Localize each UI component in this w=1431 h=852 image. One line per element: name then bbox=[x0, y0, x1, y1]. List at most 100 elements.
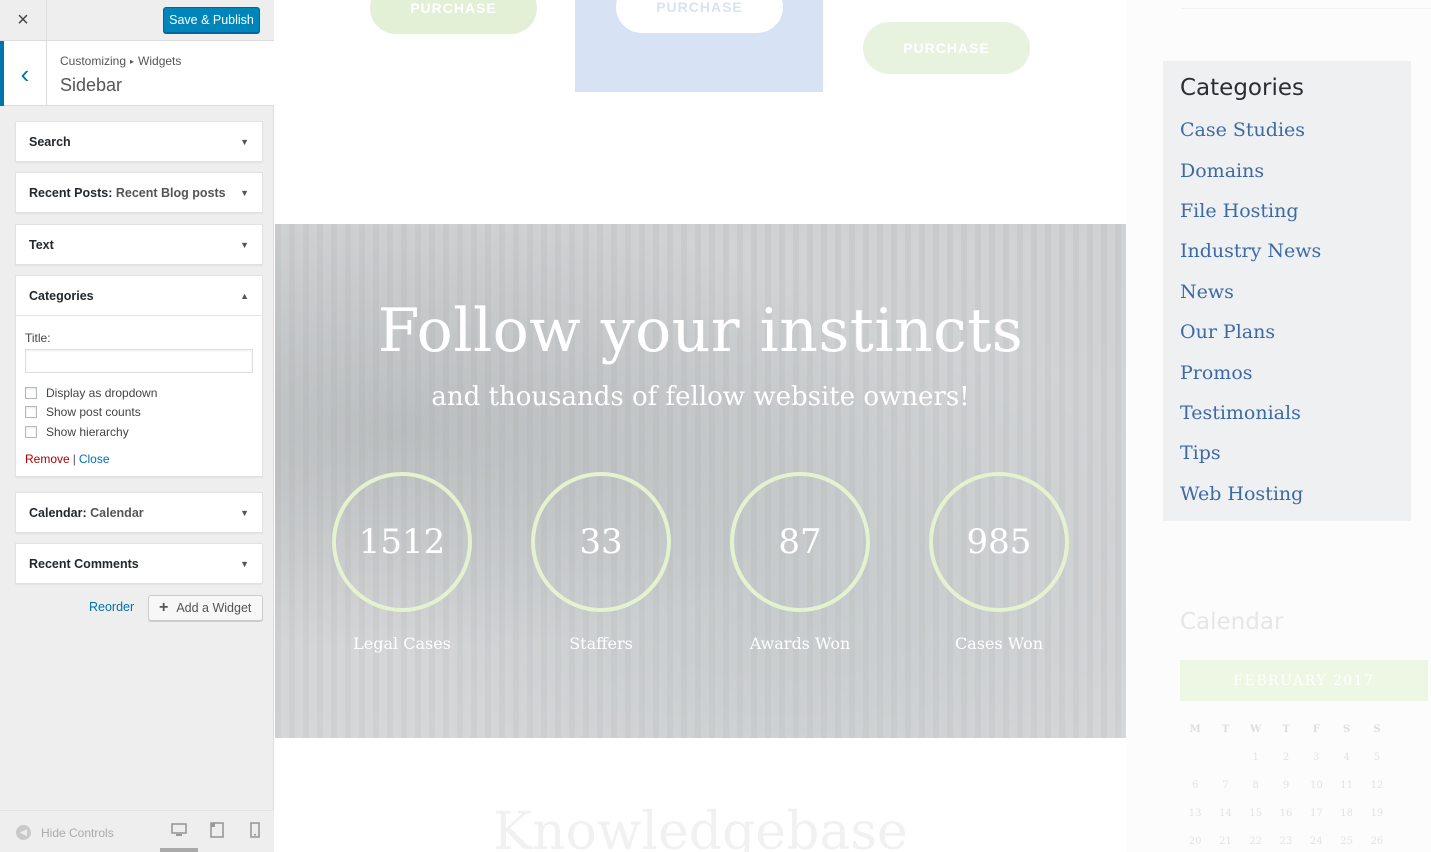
checkbox-label: Show post counts bbox=[46, 405, 141, 420]
remove-link[interactable]: Remove bbox=[25, 452, 70, 466]
customizer-panel: × Save & Publish ‹ Customizing ▸ Widgets S… bbox=[0, 0, 274, 852]
stat-awards-won: 87 Awards Won bbox=[730, 472, 870, 653]
category-link[interactable]: News bbox=[1180, 272, 1321, 312]
calendar-week: 20 21 22 23 24 25 26 bbox=[1180, 828, 1428, 852]
purchase-button[interactable]: PURCHASE bbox=[863, 22, 1030, 74]
calendar-week: 1 2 3 4 5 bbox=[1180, 744, 1428, 772]
close-icon[interactable]: × bbox=[0, 0, 47, 41]
close-link[interactable]: Close bbox=[79, 452, 110, 466]
calendar-day: 21 bbox=[1219, 836, 1232, 847]
widget-header-text[interactable]: Text ▼ bbox=[16, 225, 262, 264]
stat-value: 33 bbox=[531, 472, 671, 612]
stat-cases-won: 985 Cases Won bbox=[929, 472, 1069, 653]
desktop-preview-icon[interactable] bbox=[171, 822, 187, 838]
purchase-button[interactable]: PURCHASE bbox=[370, 0, 537, 34]
option-show-hierarchy[interactable]: Show hierarchy bbox=[25, 422, 253, 442]
widget-text: Text ▼ bbox=[15, 224, 263, 265]
checkbox[interactable] bbox=[25, 386, 37, 399]
category-link[interactable]: Web Hosting bbox=[1180, 474, 1321, 514]
widget-header-categories[interactable]: Categories ▲ bbox=[16, 276, 262, 315]
stats-hero-section: Follow your instincts and thousands of f… bbox=[275, 224, 1126, 738]
weekday: T bbox=[1282, 724, 1290, 735]
widget-header-recent-comments[interactable]: Recent Comments ▼ bbox=[16, 544, 262, 583]
widget-subtitle: Recent Blog posts bbox=[115, 185, 226, 200]
purchase-button[interactable]: PURCHASE bbox=[616, 0, 783, 33]
caret-down-icon[interactable]: ▼ bbox=[240, 188, 249, 198]
widget-recent-comments: Recent Comments ▼ bbox=[15, 543, 263, 584]
section-title: Sidebar bbox=[60, 75, 123, 95]
hero-subtitle: and thousands of fellow website owners! bbox=[431, 382, 970, 412]
weekday: M bbox=[1189, 724, 1201, 735]
widget-title: Text bbox=[29, 237, 54, 252]
add-widget-button[interactable]: + Add a Widget bbox=[148, 595, 263, 621]
option-display-dropdown[interactable]: Display as dropdown bbox=[25, 383, 253, 403]
widget-recent-posts: Recent Posts: Recent Blog posts ▼ bbox=[15, 172, 263, 213]
calendar-day: 22 bbox=[1249, 836, 1263, 847]
checkbox[interactable] bbox=[25, 406, 37, 419]
section-title-bar: ‹ Customizing ▸ Widgets Sidebar bbox=[0, 41, 274, 106]
widget-header-calendar[interactable]: Calendar: Calendar ▼ bbox=[16, 493, 262, 532]
breadcrumb-leaf: Widgets bbox=[138, 54, 182, 68]
widget-header-recent-posts[interactable]: Recent Posts: Recent Blog posts ▼ bbox=[16, 173, 262, 212]
breadcrumb-separator-icon: ▸ bbox=[130, 57, 135, 66]
widget-title: Recent Comments bbox=[29, 556, 139, 571]
widget-title: Search bbox=[29, 134, 71, 149]
calendar-day: 26 bbox=[1370, 836, 1384, 847]
widget-header-search[interactable]: Search ▼ bbox=[16, 122, 262, 161]
category-link[interactable]: Case Studies bbox=[1180, 110, 1321, 150]
category-link[interactable]: Industry News bbox=[1180, 231, 1321, 271]
weekday: S bbox=[1343, 724, 1351, 735]
widget-calendar: Calendar: Calendar ▼ bbox=[15, 492, 263, 533]
calendar-day: 12 bbox=[1370, 780, 1384, 791]
caret-down-icon[interactable]: ▼ bbox=[240, 137, 249, 147]
caret-down-icon[interactable]: ▼ bbox=[240, 508, 249, 518]
stat-label: Awards Won bbox=[749, 634, 851, 653]
category-link[interactable]: File Hosting bbox=[1180, 191, 1321, 231]
title-input[interactable] bbox=[25, 349, 253, 373]
checkbox[interactable] bbox=[25, 425, 37, 438]
breadcrumb: Customizing ▸ Widgets bbox=[60, 54, 181, 68]
save-publish-button[interactable]: Save & Publish bbox=[163, 7, 260, 33]
stat-value: 985 bbox=[929, 472, 1069, 612]
back-button[interactable]: ‹ bbox=[0, 41, 47, 106]
widget-categories: Categories ▲ Title: Display as dropdown … bbox=[15, 275, 263, 477]
calendar-day: 17 bbox=[1309, 808, 1323, 819]
mobile-preview-icon[interactable] bbox=[247, 822, 263, 838]
calendar-grid: M T W T F S S 1 2 3 4 5 6 7 8 9 10 11 12… bbox=[1180, 716, 1428, 852]
knowledgebase-heading: Knowledgebase bbox=[493, 802, 908, 852]
reorder-link[interactable]: Reorder bbox=[89, 600, 134, 614]
caret-down-icon[interactable]: ▼ bbox=[240, 240, 249, 250]
title-field-label: Title: bbox=[25, 331, 51, 345]
calendar-day: 18 bbox=[1340, 808, 1353, 819]
caret-up-icon[interactable]: ▲ bbox=[240, 291, 249, 301]
calendar-month: FEBRUARY 2017 bbox=[1180, 660, 1428, 701]
calendar-day: 15 bbox=[1249, 808, 1263, 819]
calendar-day: 23 bbox=[1279, 836, 1293, 847]
widget-subtitle: Calendar bbox=[90, 505, 144, 520]
calendar-day: 16 bbox=[1279, 808, 1293, 819]
stat-value: 87 bbox=[730, 472, 870, 612]
calendar-day: 11 bbox=[1340, 780, 1353, 791]
option-show-post-counts[interactable]: Show post counts bbox=[25, 403, 253, 423]
widget-title: Calendar: bbox=[29, 505, 87, 520]
breadcrumb-root: Customizing bbox=[60, 54, 127, 68]
categories-list: Case Studies Domains File Hosting Indust… bbox=[1180, 110, 1321, 514]
category-link[interactable]: Promos bbox=[1180, 352, 1321, 392]
divider bbox=[1182, 8, 1431, 9]
category-link[interactable]: Our Plans bbox=[1180, 312, 1321, 352]
stat-label: Cases Won bbox=[954, 634, 1044, 653]
site-sidebar: Categories Case Studies Domains File Hos… bbox=[1126, 0, 1431, 852]
weekday: T bbox=[1221, 724, 1230, 735]
calendar-day: 24 bbox=[1309, 836, 1323, 847]
calendar-day: 20 bbox=[1188, 836, 1202, 847]
category-link[interactable]: Tips bbox=[1180, 433, 1321, 473]
category-link[interactable]: Domains bbox=[1180, 150, 1321, 190]
customizer-header: × Save & Publish bbox=[0, 0, 274, 41]
calendar-day: 13 bbox=[1188, 808, 1202, 819]
category-link[interactable]: Testimonials bbox=[1180, 393, 1321, 433]
tablet-preview-icon[interactable] bbox=[209, 822, 225, 838]
calendar-day: 5 bbox=[1373, 752, 1381, 763]
hide-controls-button[interactable]: ◀ Hide Controls bbox=[16, 825, 114, 840]
caret-down-icon[interactable]: ▼ bbox=[240, 559, 249, 569]
widget-search: Search ▼ bbox=[15, 121, 263, 162]
